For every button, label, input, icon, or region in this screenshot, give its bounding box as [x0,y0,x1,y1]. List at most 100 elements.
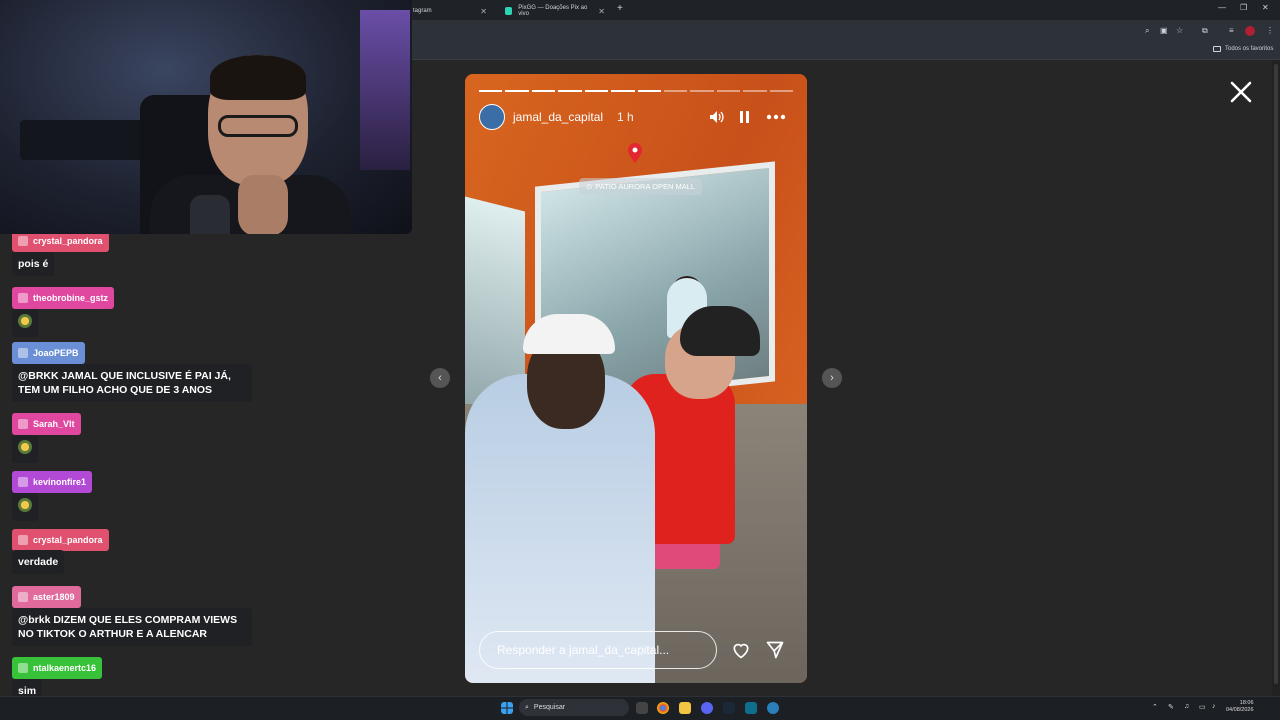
volume-icon[interactable]: ♪ [1212,703,1216,710]
scrollbar-thumb[interactable] [1274,64,1278,684]
location-icon: ⊙ [586,182,593,191]
chat-emote-icon [18,314,32,328]
more-icon[interactable] [766,114,786,120]
webcam-background [360,10,410,170]
network-icon[interactable]: ▭ [1199,703,1206,711]
story-progress-segment [690,90,714,92]
chat-emote-icon [18,440,32,454]
user-badge-icon [18,348,28,358]
close-icon[interactable] [1228,79,1254,105]
zoom-icon[interactable]: ⌕ [1145,26,1149,36]
user-badge-icon [18,592,28,602]
chat-username-badge[interactable]: JoaoPEPB [12,342,85,364]
user-badge-icon [18,419,28,429]
windows-start-icon[interactable] [501,702,513,714]
search-icon: ⌕ [525,703,529,711]
story-progress-segment [505,90,529,92]
chat-message: @brkk DIZEM QUE ELES COMPRAM VIEWS NO TI… [12,608,252,646]
webcam-feed [0,0,412,234]
story-progress-segment [743,90,767,92]
extensions-icon[interactable]: ⧉ [1202,26,1208,36]
new-tab-button[interactable]: + [617,3,623,14]
chat-message: pois é [12,252,55,276]
scrollbar[interactable] [1272,60,1280,696]
next-story-button[interactable]: › [822,368,842,388]
story-progress-bar [479,90,794,92]
taskbar-search-label: Pesquisar [533,704,566,711]
cast-icon[interactable]: ▣ [1160,26,1168,35]
window-close-icon[interactable]: ✕ [1262,3,1269,12]
story-frame[interactable]: jamal_da_capital 1 h ⊙ PATIO AURORA OPEN… [465,74,807,683]
location-pin-icon [628,143,642,163]
pause-icon[interactable] [739,110,751,124]
webcam-microphone [190,195,230,234]
chat-message-text: pois é [18,258,49,270]
story-progress-segment [479,90,503,92]
folder-icon [1213,46,1221,52]
reply-input[interactable]: Responder a jamal_da_capital... [479,631,717,669]
reply-placeholder: Responder a jamal_da_capital... [497,643,670,657]
chat-username: crystal_pandora [33,236,103,246]
chat-message [12,309,38,337]
chat-username-badge[interactable]: crystal_pandora [12,529,109,551]
chat-username-badge[interactable]: Sarah_Vlt [12,413,81,435]
chat-username: ntalkaenertc16 [33,663,97,673]
tab-instagram[interactable]: tagram ✕ [405,2,495,20]
menu-icon[interactable]: ⋮ [1266,26,1274,35]
speaker-icon[interactable] [709,110,725,124]
tray-chevron-icon[interactable]: ⌃ [1152,703,1158,711]
obs-icon[interactable] [745,702,757,714]
app-icon[interactable] [767,702,779,714]
chat-username-badge[interactable]: aster1809 [12,586,81,608]
user-badge-icon [18,663,28,673]
story-progress-segment [558,90,582,92]
location-sticker[interactable]: ⊙ PATIO AURORA OPEN MALL [579,178,703,195]
pen-icon[interactable]: ✎ [1168,703,1174,711]
taskbar-clock[interactable]: 18:06 04/08/2026 [1226,700,1254,714]
screen: tagram ✕ PixGG — Doações Pix ao vivo ✕ +… [0,0,1280,720]
webcam-streamer-hair [210,55,306,100]
chat-username-badge[interactable]: kevinonfire1 [12,471,93,493]
heart-icon[interactable] [731,640,751,660]
chat-message-text: @brkk DIZEM QUE ELES COMPRAM VIEWS NO TI… [18,614,238,640]
task-view-icon[interactable] [636,702,648,714]
chat-message-text: @BRKK JAMAL QUE INCLUSIVE É PAI JÁ, TEM … [18,370,231,396]
file-explorer-icon[interactable] [679,702,691,714]
tab-pixgg[interactable]: PixGG — Doações Pix ao vivo ✕ [497,2,613,20]
story-image-person [680,306,760,356]
tab-close-icon[interactable]: ✕ [480,7,487,16]
location-label: PATIO AURORA OPEN MALL [595,182,696,191]
minimize-icon[interactable]: — [1218,3,1226,12]
chat-message-text: verdade [18,556,59,568]
story-time: 1 h [617,110,634,124]
bookmarks-all-folder[interactable]: Todos os favoritos [1213,46,1273,52]
user-badge-icon [18,293,28,303]
chat-username-badge[interactable]: ntalkaenertc16 [12,657,103,679]
pixgg-favicon-icon [505,7,513,15]
chat-username: aster1809 [33,592,75,602]
story-username[interactable]: jamal_da_capital [513,110,603,124]
discord-icon[interactable] [701,702,713,714]
steam-icon[interactable] [723,702,735,714]
user-badge-icon [18,535,28,545]
chat-username-badge[interactable]: theobrobine_gstz [12,287,115,309]
maximize-icon[interactable]: ❐ [1240,3,1247,12]
story-progress-segment [637,90,661,92]
user-badge-icon [18,236,28,246]
send-icon[interactable] [765,640,785,660]
mic-icon[interactable]: ♫ [1184,703,1189,710]
story-progress-segment [716,90,741,92]
star-icon[interactable]: ☆ [1176,26,1183,35]
tab-close-icon[interactable]: ✕ [598,7,605,16]
chat-username: JoaoPEPB [33,348,79,358]
profile-avatar[interactable] [1245,26,1255,36]
chat-emote-icon [18,498,32,512]
taskbar-search[interactable]: ⌕ Pesquisar [519,699,629,716]
tab-label: PixGG — Doações Pix ao vivo [518,5,588,17]
chat-username: theobrobine_gstz [33,293,109,303]
media-icon[interactable]: ≡ [1229,26,1234,35]
chat-username: Sarah_Vlt [33,419,75,429]
story-avatar[interactable] [479,104,505,130]
prev-story-button[interactable]: ‹ [430,368,450,388]
chrome-icon[interactable] [657,702,669,714]
